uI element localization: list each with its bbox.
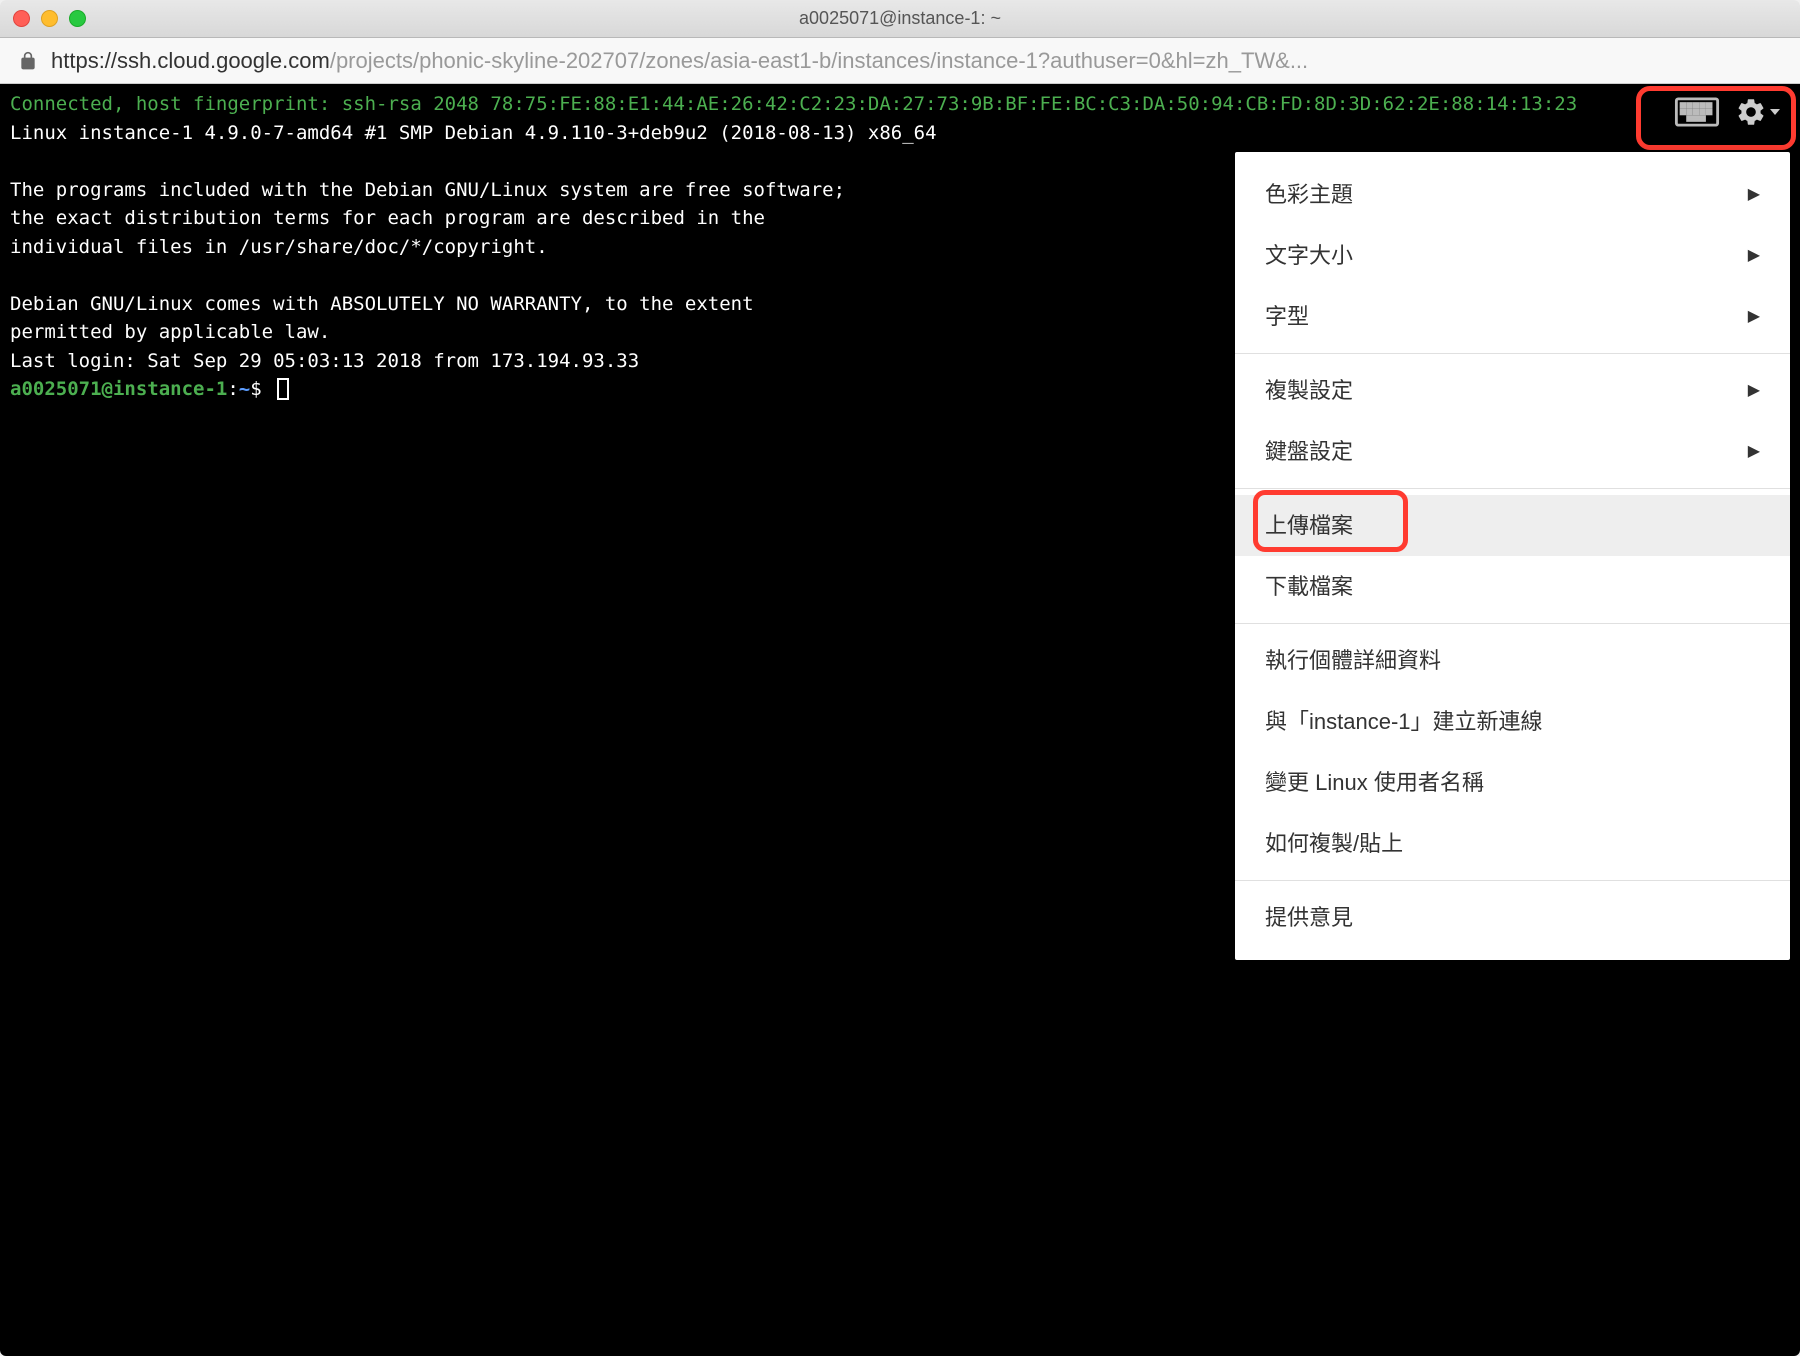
menu-divider [1235, 623, 1790, 624]
prompt-user: a0025071@instance-1 [10, 378, 227, 400]
menu-item-copy-paste-help[interactable]: 如何複製/貼上 [1235, 813, 1790, 874]
menu-label: 提供意見 [1265, 901, 1353, 934]
chevron-right-icon: ▶ [1748, 244, 1760, 268]
terminal[interactable]: Connected, host fingerprint: ssh-rsa 204… [0, 84, 1800, 1356]
prompt-path: ~ [239, 378, 250, 400]
minimize-button[interactable] [41, 10, 58, 27]
menu-divider [1235, 353, 1790, 354]
menu-label: 與「instance-1」建立新連線 [1265, 705, 1543, 738]
gear-icon [1735, 96, 1767, 128]
menu-label: 文字大小 [1265, 239, 1353, 272]
chevron-right-icon: ▶ [1748, 305, 1760, 329]
menu-label: 如何複製/貼上 [1265, 827, 1403, 860]
maximize-button[interactable] [69, 10, 86, 27]
menu-label: 色彩主題 [1265, 178, 1353, 211]
motd-line-2: the exact distribution terms for each pr… [10, 207, 765, 229]
linux-line: Linux instance-1 4.9.0-7-amd64 #1 SMP De… [10, 122, 937, 144]
menu-item-color-theme[interactable]: 色彩主題 ▶ [1235, 164, 1790, 225]
browser-window: a0025071@instance-1: ~ https://ssh.cloud… [0, 0, 1800, 1356]
menu-label: 複製設定 [1265, 374, 1353, 407]
motd-line-1: The programs included with the Debian GN… [10, 179, 845, 201]
menu-label: 鍵盤設定 [1265, 435, 1353, 468]
url-path: /projects/phonic-skyline-202707/zones/as… [330, 48, 1308, 73]
prompt-dollar: $ [250, 378, 261, 400]
warranty-line-1: Debian GNU/Linux comes with ABSOLUTELY N… [10, 293, 754, 315]
menu-item-instance-details[interactable]: 執行個體詳細資料 [1235, 630, 1790, 691]
menu-item-text-size[interactable]: 文字大小 ▶ [1235, 225, 1790, 286]
menu-item-copy-settings[interactable]: 複製設定 ▶ [1235, 360, 1790, 421]
chevron-right-icon: ▶ [1748, 183, 1760, 207]
window-title: a0025071@instance-1: ~ [799, 8, 1001, 29]
menu-item-font[interactable]: 字型 ▶ [1235, 286, 1790, 347]
url-text: https://ssh.cloud.google.com/projects/ph… [51, 48, 1308, 74]
settings-button[interactable] [1735, 96, 1780, 128]
menu-label: 上傳檔案 [1265, 509, 1353, 542]
keyboard-icon[interactable] [1674, 97, 1720, 127]
lock-icon [18, 51, 38, 71]
cursor [277, 378, 289, 400]
url-bar[interactable]: https://ssh.cloud.google.com/projects/ph… [0, 38, 1800, 84]
menu-divider [1235, 880, 1790, 881]
menu-divider [1235, 488, 1790, 489]
last-login-line: Last login: Sat Sep 29 05:03:13 2018 fro… [10, 350, 639, 372]
menu-item-download-file[interactable]: 下載檔案 [1235, 556, 1790, 617]
prompt-colon: : [227, 378, 238, 400]
menu-item-upload-file[interactable]: 上傳檔案 [1235, 495, 1790, 556]
menu-label: 變更 Linux 使用者名稱 [1265, 766, 1484, 799]
menu-item-keyboard-settings[interactable]: 鍵盤設定 ▶ [1235, 421, 1790, 482]
chevron-down-icon [1770, 109, 1780, 115]
settings-menu: 色彩主題 ▶ 文字大小 ▶ 字型 ▶ 複製設定 ▶ 鍵盤設定 ▶ 上傳檔 [1235, 152, 1790, 960]
menu-item-feedback[interactable]: 提供意見 [1235, 887, 1790, 948]
traffic-lights [13, 10, 86, 27]
menu-item-change-username[interactable]: 變更 Linux 使用者名稱 [1235, 752, 1790, 813]
chevron-right-icon: ▶ [1748, 440, 1760, 464]
warranty-line-2: permitted by applicable law. [10, 321, 330, 343]
fingerprint-text: Connected, host fingerprint: ssh-rsa 204… [10, 93, 1577, 115]
terminal-toolbar [1664, 90, 1790, 134]
titlebar: a0025071@instance-1: ~ [0, 0, 1800, 38]
close-button[interactable] [13, 10, 30, 27]
menu-item-new-connection[interactable]: 與「instance-1」建立新連線 [1235, 691, 1790, 752]
menu-label: 下載檔案 [1265, 570, 1353, 603]
url-host: https://ssh.cloud.google.com [51, 48, 330, 73]
motd-line-3: individual files in /usr/share/doc/*/cop… [10, 236, 548, 258]
chevron-right-icon: ▶ [1748, 379, 1760, 403]
menu-label: 執行個體詳細資料 [1265, 644, 1441, 677]
menu-label: 字型 [1265, 300, 1309, 333]
